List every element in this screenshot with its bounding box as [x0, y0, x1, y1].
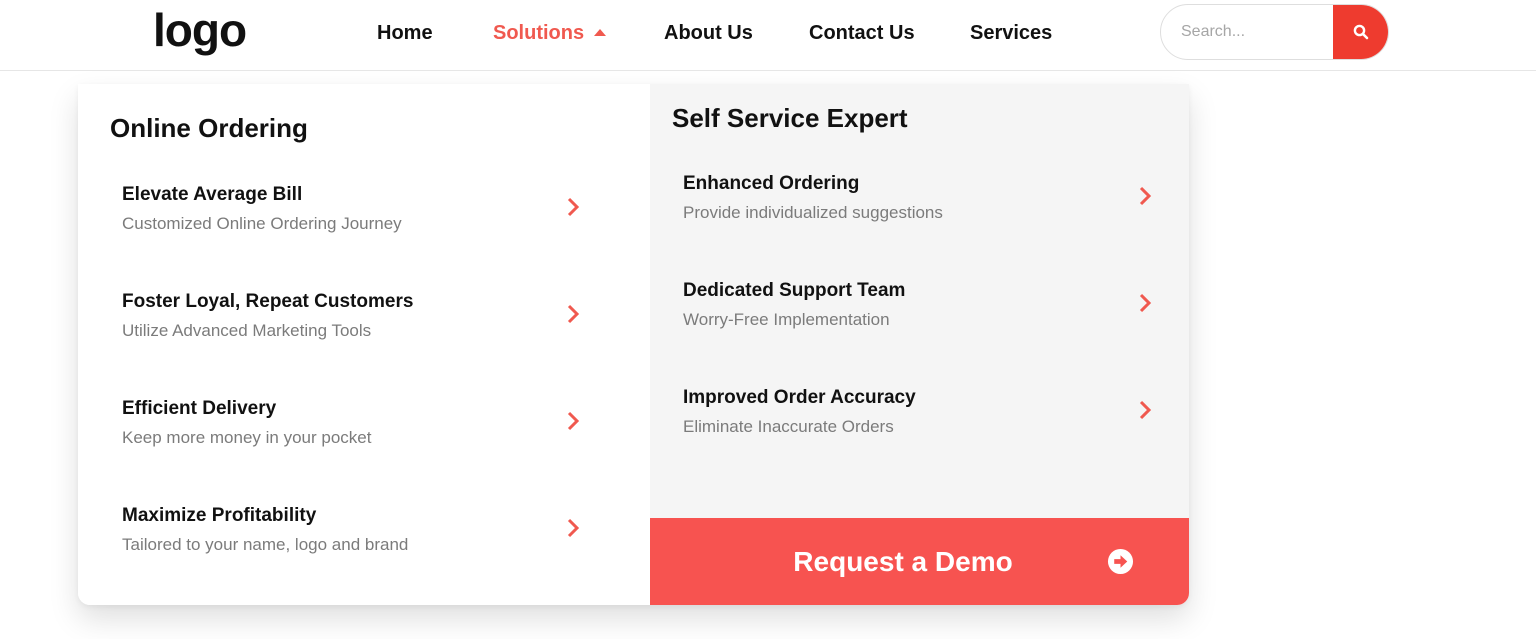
menu-item-improved-order-accuracy[interactable]: Improved Order Accuracy Eliminate Inaccu…	[683, 387, 1153, 463]
menu-item-title: Efficient Delivery	[122, 398, 277, 419]
nav-contact-us[interactable]: Contact Us	[809, 0, 915, 66]
menu-item-title: Maximize Profitability	[122, 505, 317, 526]
search-input[interactable]	[1161, 5, 1334, 59]
menu-item-maximize-profitability[interactable]: Maximize Profitability Tailored to your …	[122, 505, 592, 581]
menu-item-title: Elevate Average Bill	[122, 184, 303, 205]
request-demo-label: Request a Demo	[793, 545, 1013, 577]
menu-item-efficient-delivery[interactable]: Efficient Delivery Keep more money in yo…	[122, 398, 592, 474]
nav-about-us[interactable]: About Us	[664, 0, 753, 66]
menu-item-title: Enhanced Ordering	[683, 173, 860, 194]
logo[interactable]: logo	[153, 2, 247, 58]
menu-item-enhanced-ordering[interactable]: Enhanced Ordering Provide individualized…	[683, 173, 1153, 249]
search-button[interactable]	[1333, 5, 1388, 59]
menu-item-subtitle: Keep more money in your pocket	[122, 428, 372, 447]
menu-item-title: Improved Order Accuracy	[683, 387, 916, 408]
nav-home-label: Home	[377, 21, 433, 44]
menu-item-subtitle: Utilize Advanced Marketing Tools	[122, 321, 372, 340]
menu-item-dedicated-support-team[interactable]: Dedicated Support Team Worry-Free Implem…	[683, 280, 1153, 356]
menu-item-title: Dedicated Support Team	[683, 280, 906, 301]
chevron-right-icon	[567, 197, 580, 217]
menu-item-subtitle: Provide individualized suggestions	[683, 203, 943, 222]
chevron-right-icon	[567, 411, 580, 431]
nav-contact-us-label: Contact Us	[809, 21, 915, 44]
search-icon	[1353, 24, 1368, 40]
site-header: logo Home Solutions About Us Contact Us …	[0, 0, 1536, 71]
chevron-right-icon	[1139, 400, 1152, 420]
chevron-right-icon	[1139, 186, 1152, 206]
chevron-right-icon	[567, 518, 580, 538]
online-ordering-column: Online Ordering Elevate Average Bill Cus…	[78, 84, 650, 605]
nav-solutions-label: Solutions	[493, 21, 585, 44]
menu-item-elevate-average-bill[interactable]: Elevate Average Bill Customized Online O…	[122, 184, 592, 260]
nav-services[interactable]: Services	[970, 0, 1052, 66]
menu-item-subtitle: Tailored to your name, logo and brand	[122, 535, 409, 554]
solutions-mega-menu: Online Ordering Elevate Average Bill Cus…	[78, 84, 1189, 605]
search-box	[1160, 4, 1389, 60]
arrow-circle-right-icon	[1107, 548, 1134, 575]
nav-about-us-label: About Us	[664, 21, 753, 44]
caret-up-icon	[594, 28, 607, 36]
menu-item-foster-loyal-customers[interactable]: Foster Loyal, Repeat Customers Utilize A…	[122, 291, 592, 367]
chevron-right-icon	[567, 304, 580, 324]
menu-item-subtitle: Customized Online Ordering Journey	[122, 214, 402, 233]
self-service-column: Self Service Expert Enhanced Ordering Pr…	[650, 84, 1189, 605]
chevron-right-icon	[1139, 293, 1152, 313]
menu-item-subtitle: Eliminate Inaccurate Orders	[683, 417, 894, 436]
request-demo-button[interactable]: Request a Demo	[650, 518, 1189, 605]
self-service-heading: Self Service Expert	[672, 103, 908, 133]
nav-solutions[interactable]: Solutions	[493, 0, 607, 66]
menu-item-subtitle: Worry-Free Implementation	[683, 310, 890, 329]
nav-services-label: Services	[970, 21, 1053, 44]
online-ordering-heading: Online Ordering	[110, 113, 308, 143]
nav-home[interactable]: Home	[377, 0, 433, 66]
menu-item-title: Foster Loyal, Repeat Customers	[122, 291, 414, 312]
